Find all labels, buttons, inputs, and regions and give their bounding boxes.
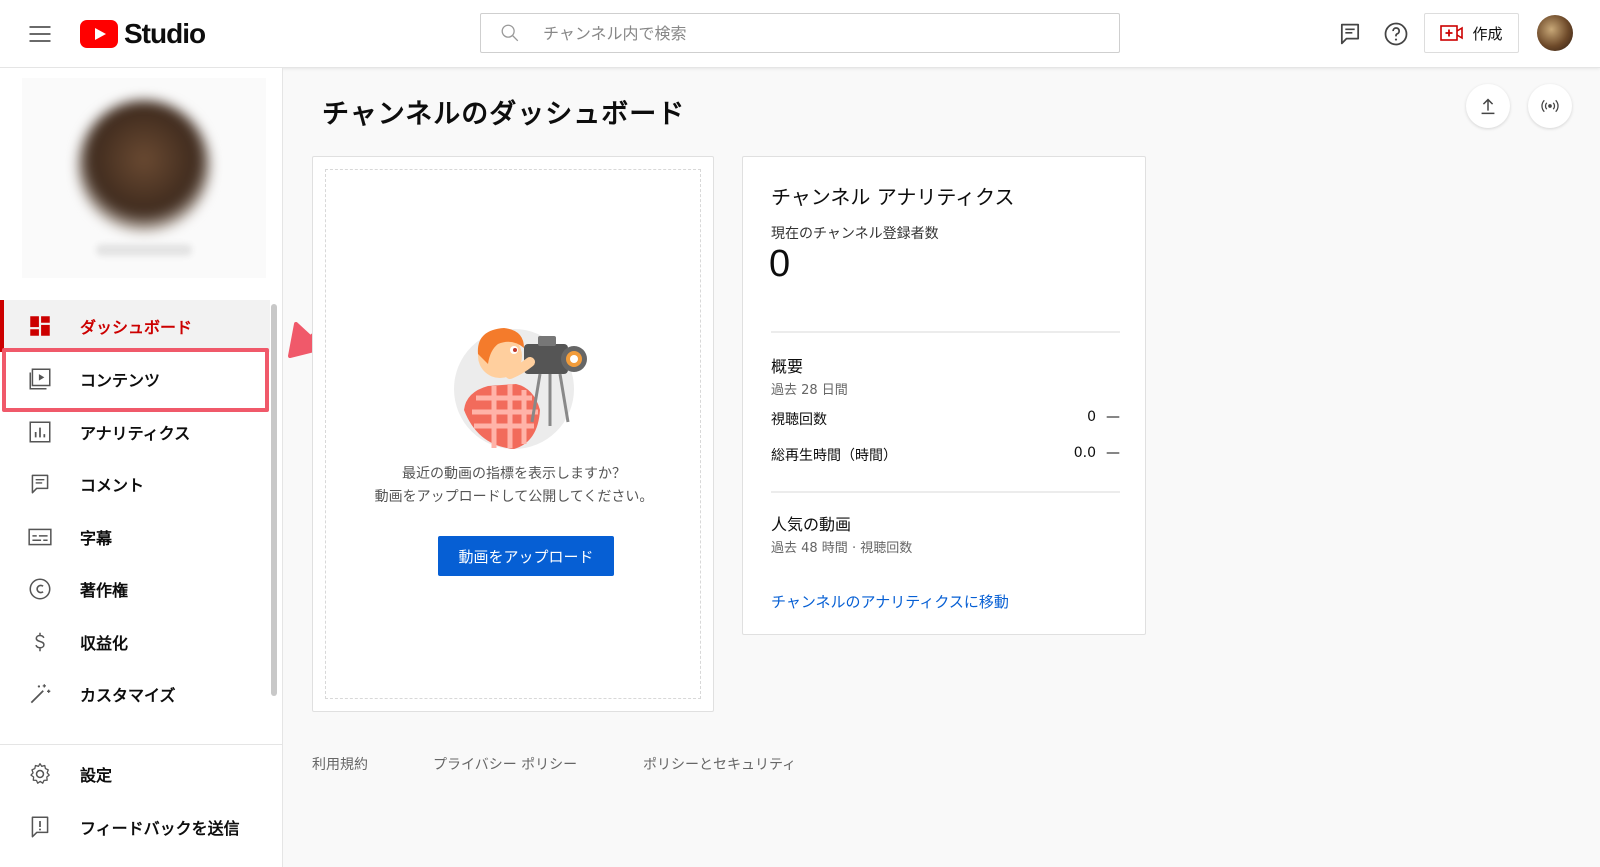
youtube-studio-logo[interactable]: Studio [80,18,206,50]
sidebar-item-label: 字幕 [80,529,113,548]
sidebar-item-label: コメント [80,476,145,495]
go-to-analytics-link[interactable]: チャンネルのアナリティクスに移動 [771,591,1009,612]
brand-name: Studio [124,18,206,49]
sidebar-item-label: アナリティクス [80,424,191,443]
summary-period: 過去 28 日間 [771,383,848,398]
sidebar-scrollbar[interactable] [271,304,277,696]
sidebar-item-feedback[interactable]: フィードバックを送信 [0,801,270,853]
subscribers-label: 現在のチャンネル登録者数 [771,226,939,242]
comment-icon [31,474,49,494]
create-video-icon [1440,25,1464,41]
annotation-highlight-box [2,348,269,412]
channel-avatar[interactable] [78,100,210,232]
sidebar-item-analytics[interactable]: アナリティクス [0,406,270,458]
upload-icon [1481,98,1495,115]
metric-delta: — [1106,445,1120,461]
upload-prompt: 最近の動画の指標を表示しますか？ 動画をアップロードして公開してください。 [326,463,702,509]
upload-card: 最近の動画の指標を表示しますか？ 動画をアップロードして公開してください。 動画… [312,156,714,712]
popular-videos-period: 過去 48 時間 · 視聴回数 [771,541,913,556]
sidebar-item-dashboard[interactable]: ダッシュボード [0,300,270,352]
copyright-icon [29,578,51,600]
footer-terms-link[interactable]: 利用規約 [312,754,368,774]
dashboard-icon [30,316,50,336]
sidebar-item-settings[interactable]: 設定 [0,748,270,800]
metric-value: 0.0 [1073,445,1096,461]
metric-row-watch-time: 総再生時間（時間） 0.0 — [771,445,1120,465]
metric-value: 0 [1087,409,1096,425]
sidebar-item-monetization[interactable]: 収益化 [0,616,270,668]
upload-button[interactable] [1466,84,1510,128]
account-avatar[interactable] [1537,15,1573,51]
analytics-divider [771,491,1120,493]
sidebar-item-label: 設定 [80,766,113,785]
search-icon [501,24,519,42]
channel-analytics-card: チャンネル アナリティクス 現在のチャンネル登録者数 0 概要 過去 28 日間… [742,156,1146,635]
creator-camera-illustration [454,328,587,449]
analytics-divider [771,331,1120,333]
analytics-title: チャンネル アナリティクス [771,185,1015,209]
feedback-icon [31,816,49,838]
search-input[interactable] [543,14,1119,52]
sidebar-item-label: フィードバックを送信 [80,819,240,838]
metric-delta: — [1106,409,1120,425]
dollar-icon [35,632,45,652]
live-broadcast-icon [1541,99,1559,113]
create-label: 作成 [1472,24,1503,43]
footer-privacy-link[interactable]: プライバシー ポリシー [433,754,577,774]
upload-prompt-line2: 動画をアップロードして公開してください。 [374,489,654,505]
sidebar-item-label: 収益化 [80,634,129,653]
hamburger-menu-icon[interactable] [26,20,54,48]
sidebar-item-copyright[interactable]: 著作権 [0,563,270,615]
metric-row-views: 視聴回数 0 — [771,409,1120,429]
popular-videos-title: 人気の動画 [771,515,852,534]
sidebar-item-comments[interactable]: コメント [0,458,270,510]
magic-wand-icon [30,684,51,704]
sidebar-divider [0,744,282,745]
sidebar-item-subtitles[interactable]: 字幕 [0,511,270,563]
sidebar-item-label: ダッシュボード [80,318,193,337]
help-icon[interactable] [1382,20,1410,48]
analytics-icon [29,421,51,443]
upload-prompt-line1: 最近の動画の指標を表示しますか？ [402,466,626,482]
summary-title: 概要 [771,357,804,376]
create-button[interactable]: 作成 [1424,13,1519,53]
sidebar-item-label: カスタマイズ [80,686,176,705]
subscribers-count: 0 [769,243,791,285]
messages-icon[interactable] [1336,20,1364,48]
sidebar-item-customize[interactable]: カスタマイズ [0,668,270,720]
youtube-play-logo-icon [80,20,118,48]
go-live-button[interactable] [1528,84,1572,128]
top-bar: Studio 作成 [0,0,1600,68]
metric-label: 視聴回数 [771,412,827,428]
upload-video-button[interactable]: 動画をアップロード [438,536,614,576]
search-box[interactable] [480,13,1120,53]
page-title: チャンネルのダッシュボード [322,99,686,130]
gear-icon [30,763,50,784]
subtitles-icon [28,528,52,546]
channel-info [22,78,266,278]
sidebar-item-label: 著作権 [80,581,129,600]
upload-dropzone: 最近の動画の指標を表示しますか？ 動画をアップロードして公開してください。 動画… [325,169,701,699]
metric-label: 総再生時間（時間） [771,448,897,464]
footer-policy-security-link[interactable]: ポリシーとセキュリティ [643,754,796,774]
channel-name-blurred [96,244,192,256]
sidebar: ダッシュボード コンテンツ アナリティクス コメント 字幕 著作権 収益化 カス… [0,68,283,867]
